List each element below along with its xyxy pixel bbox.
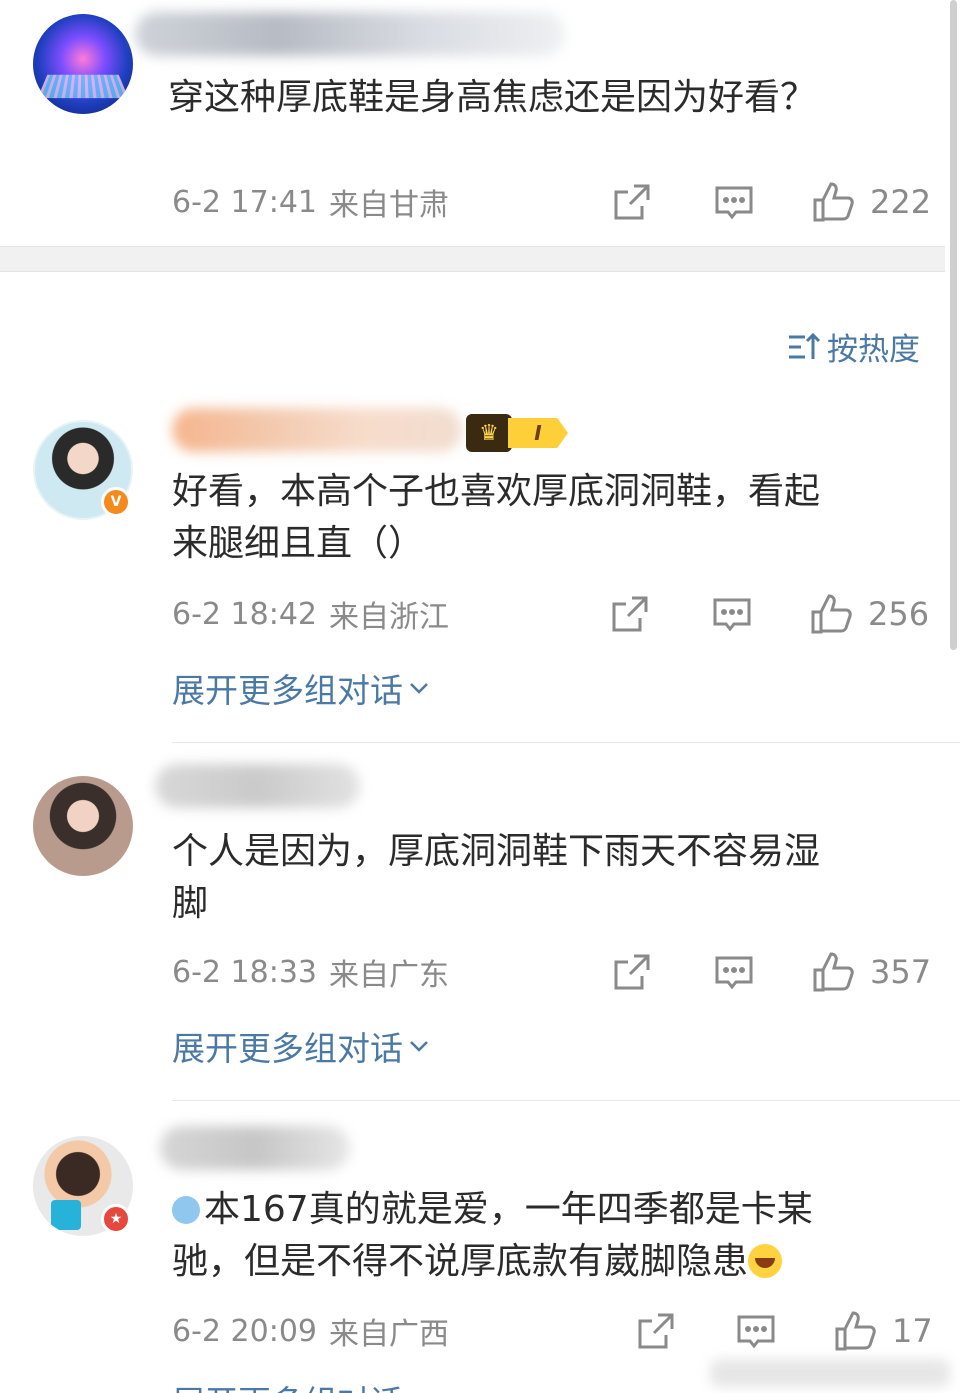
reply-button[interactable] bbox=[714, 180, 754, 224]
sort-label: 按热度 bbox=[827, 332, 920, 368]
scrollbar[interactable] bbox=[950, 0, 957, 650]
comment-meta: 6-2 17:41 来自甘肃 bbox=[172, 182, 449, 224]
like-count: 17 bbox=[892, 1312, 933, 1350]
share-icon bbox=[638, 1313, 674, 1349]
like-button[interactable]: 256 bbox=[810, 592, 929, 636]
laugh-cry-emoji-icon bbox=[748, 1244, 783, 1278]
comment-time: 6-2 18:33 bbox=[172, 954, 317, 990]
divider bbox=[172, 742, 960, 743]
username-blurred[interactable] bbox=[135, 12, 565, 56]
section-divider bbox=[0, 246, 945, 272]
share-button[interactable] bbox=[612, 950, 652, 994]
comment-location: 来自甘肃 bbox=[329, 188, 449, 223]
crown-icon: ♛ bbox=[466, 414, 512, 452]
avatar[interactable] bbox=[33, 776, 133, 876]
comment-text-line: 驰，但是不得不说厚底款有崴脚隐患 bbox=[172, 1236, 912, 1288]
comment-text-line: 本167真的就是爱，一年四季都是卡某 bbox=[172, 1184, 912, 1236]
share-icon bbox=[612, 596, 648, 632]
star-badge-icon: ★ bbox=[101, 1204, 131, 1234]
expand-label: 展开更多组对话 bbox=[172, 671, 403, 710]
expand-replies-link[interactable]: 展开更多组对话 bbox=[172, 1376, 403, 1393]
chevron-down-icon bbox=[410, 1041, 428, 1052]
comment-icon bbox=[737, 1315, 775, 1349]
sort-toggle[interactable]: 按热度 bbox=[787, 324, 920, 369]
username-blurred[interactable] bbox=[172, 408, 462, 452]
comment-time: 6-2 20:09 bbox=[172, 1313, 317, 1349]
comment-text: 好看，本高个子也喜欢厚底洞洞鞋，看起 来腿细且直（） bbox=[172, 466, 912, 570]
comment-location: 来自浙江 bbox=[329, 600, 449, 635]
watermark bbox=[710, 1359, 950, 1387]
comment-text-line: 来腿细且直（） bbox=[172, 523, 425, 564]
username-blurred[interactable] bbox=[155, 764, 360, 808]
thumbs-up-icon bbox=[813, 182, 854, 222]
share-button[interactable] bbox=[636, 1309, 676, 1353]
expand-label: 展开更多组对话 bbox=[172, 1029, 403, 1068]
comment-icon bbox=[713, 598, 751, 632]
reply-button[interactable] bbox=[714, 950, 754, 994]
share-icon bbox=[614, 954, 650, 990]
share-button[interactable] bbox=[610, 592, 650, 636]
like-button[interactable]: 17 bbox=[834, 1309, 933, 1353]
comment-text: 本167真的就是爱，一年四季都是卡某 驰，但是不得不说厚底款有崴脚隐患 bbox=[172, 1184, 912, 1288]
reply-button[interactable] bbox=[712, 592, 752, 636]
sort-icon bbox=[789, 332, 821, 359]
share-button[interactable] bbox=[612, 180, 652, 224]
divider bbox=[172, 1100, 960, 1101]
username-blurred[interactable] bbox=[160, 1126, 350, 1170]
vip-level: I bbox=[508, 418, 568, 448]
like-count: 256 bbox=[868, 595, 930, 633]
comment-location: 来自广西 bbox=[329, 1317, 449, 1352]
comment-icon bbox=[715, 186, 753, 220]
comment-meta: 6-2 18:42 来自浙江 bbox=[172, 594, 449, 636]
emoji-icon bbox=[172, 1196, 200, 1224]
comment-icon bbox=[715, 956, 753, 990]
expand-label: 展开更多组对话 bbox=[172, 1376, 403, 1393]
like-button[interactable]: 357 bbox=[812, 950, 931, 994]
thumbs-up-icon bbox=[813, 952, 854, 992]
chevron-down-icon bbox=[410, 683, 428, 694]
comment-text: 个人是因为，厚底洞洞鞋下雨天不容易湿 脚 bbox=[172, 826, 912, 930]
comment-time: 6-2 18:42 bbox=[172, 596, 317, 632]
like-count: 357 bbox=[870, 953, 932, 991]
comment-text-line: 好看，本高个子也喜欢厚底洞洞鞋，看起 bbox=[172, 471, 821, 512]
thumbs-up-icon bbox=[835, 1311, 876, 1351]
comment-text-line: 个人是因为，厚底洞洞鞋下雨天不容易湿 bbox=[172, 831, 821, 872]
comment-text-span: 驰，但是不得不说厚底款有崴脚隐患 bbox=[172, 1241, 749, 1282]
thumbs-up-icon bbox=[811, 594, 852, 634]
comment-meta: 6-2 18:33 来自广东 bbox=[172, 952, 449, 994]
comment-text: 穿这种厚底鞋是身高焦虑还是因为好看？ bbox=[168, 77, 817, 118]
comment-text-span: 本167真的就是爱，一年四季都是卡某 bbox=[204, 1189, 813, 1230]
like-count: 222 bbox=[870, 183, 932, 221]
like-button[interactable]: 222 bbox=[812, 180, 931, 224]
comment-location: 来自广东 bbox=[329, 958, 449, 993]
comment-time: 6-2 17:41 bbox=[172, 184, 317, 220]
reply-button[interactable] bbox=[736, 1309, 776, 1353]
expand-replies-link[interactable]: 展开更多组对话 bbox=[172, 664, 429, 712]
vip-badge[interactable]: ♛ I bbox=[466, 413, 568, 453]
avatar[interactable] bbox=[33, 14, 133, 114]
share-icon bbox=[614, 184, 650, 220]
verified-badge-icon: V bbox=[101, 487, 131, 517]
comment-feed: 穿这种厚底鞋是身高焦虑还是因为好看？ 6-2 17:41 来自甘肃 222 按热… bbox=[0, 0, 960, 1393]
comment-text-line: 脚 bbox=[172, 883, 209, 924]
comment-meta: 6-2 20:09 来自广西 bbox=[172, 1311, 449, 1353]
expand-replies-link[interactable]: 展开更多组对话 bbox=[172, 1022, 429, 1070]
